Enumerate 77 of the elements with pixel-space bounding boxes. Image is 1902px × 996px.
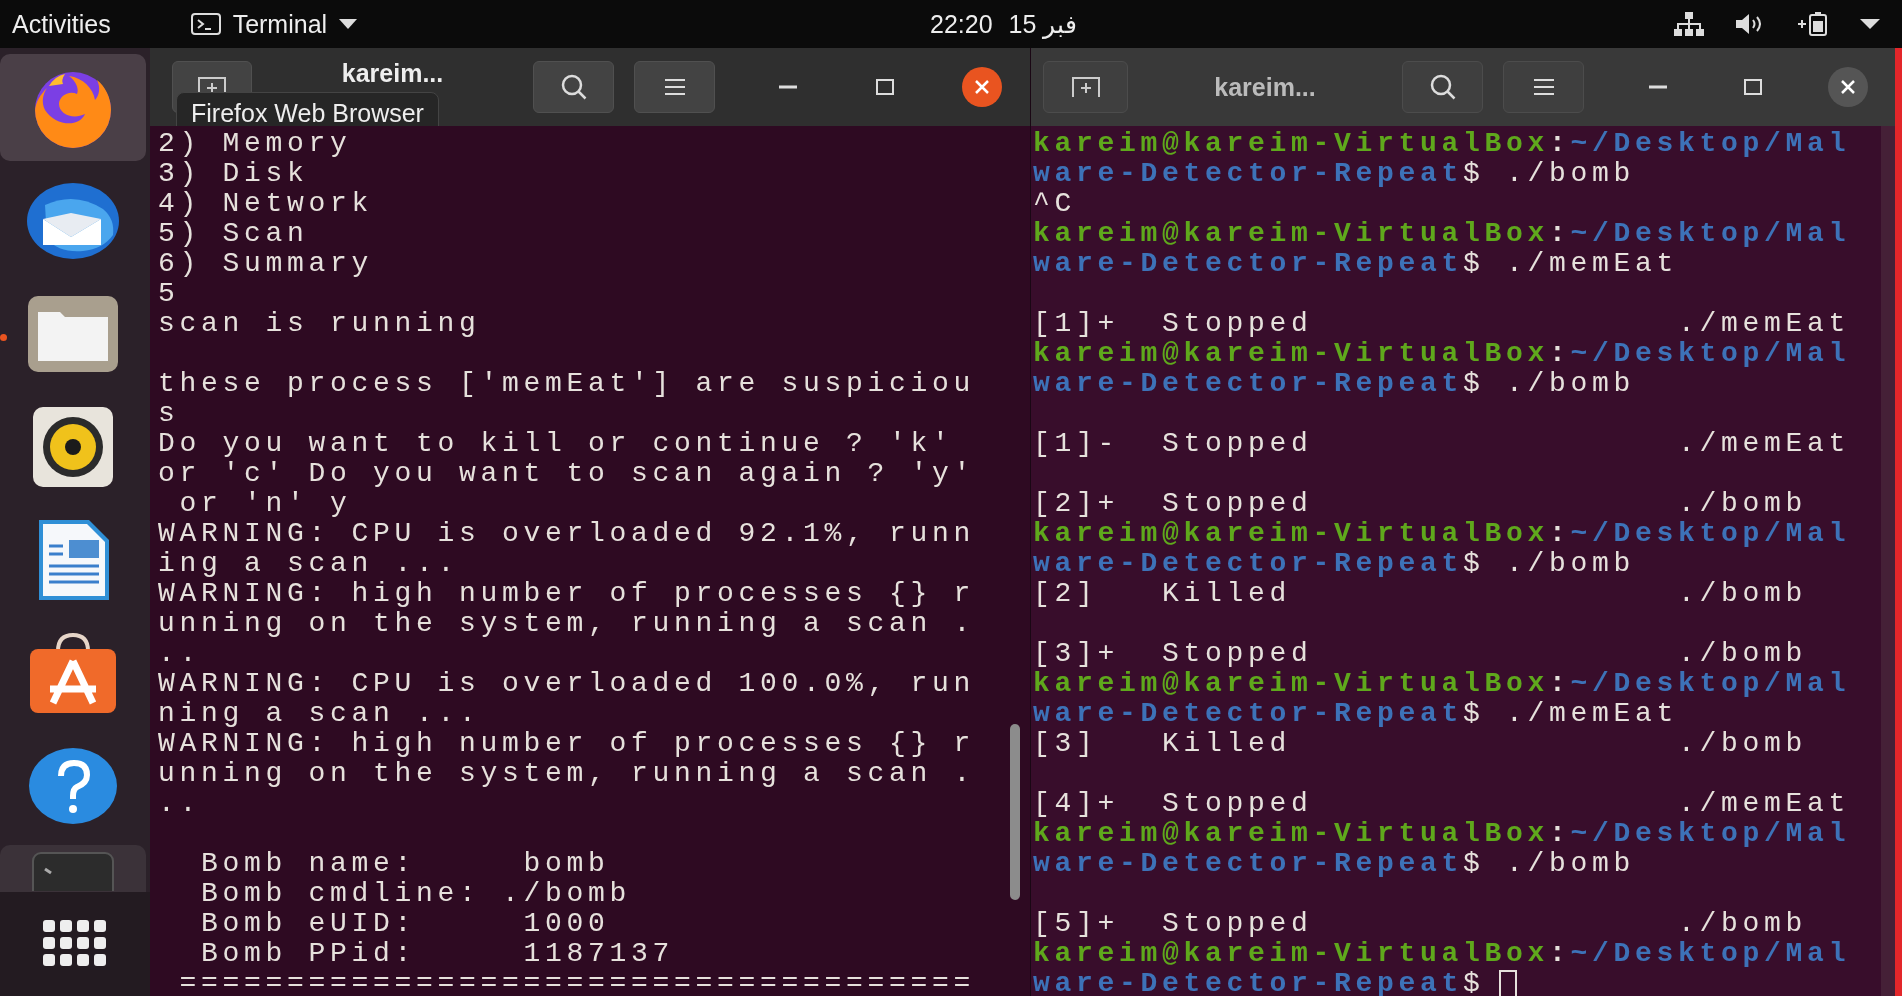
- maximize-icon: [1743, 79, 1762, 95]
- new-tab-button[interactable]: [1043, 61, 1128, 113]
- output-line: Bomb name: bomb: [200, 849, 611, 879]
- search-button[interactable]: [533, 61, 614, 113]
- maximize-icon: [875, 79, 894, 95]
- job-status-line: [2]+ Stopped ./bomb: [1033, 489, 1809, 519]
- search-icon: [559, 73, 588, 101]
- output-line: unning on the system, running a scan .: [158, 609, 977, 639]
- prompt-line: kareim@kareim-VirtualBox:~/Desktop/Malware-Detector-Repeat$ ./bomb: [1033, 338, 1851, 399]
- network-icon[interactable]: [1674, 12, 1704, 36]
- search-icon: [1428, 73, 1457, 101]
- terminal-app-icon: [31, 851, 115, 891]
- search-button[interactable]: [1402, 61, 1483, 113]
- output-line: ning a scan ...: [158, 699, 482, 729]
- caret-icon: [339, 19, 358, 29]
- output-line: 4) Network: [158, 189, 375, 219]
- close-icon: [973, 79, 990, 95]
- job-status-line: [1]- Stopped ./memEat: [1033, 429, 1852, 459]
- job-status-line: [2] Killed ./bomb: [1033, 579, 1809, 609]
- terminal-icon: [190, 13, 221, 35]
- output-line: Do you want to kill or continue ? 'k': [158, 429, 955, 459]
- output-line: WARNING: high number of processes {} r: [158, 729, 977, 759]
- output-line: WARNING: high number of processes {} r: [158, 579, 977, 609]
- output-line: 5) Scan: [158, 219, 310, 249]
- output-line: or 'c' Do you want to scan again ? 'y': [158, 459, 977, 489]
- output-line: these process ['memEat'] are suspiciou: [158, 369, 977, 399]
- window-title: kareim...: [1213, 72, 1317, 102]
- job-status-line: [5]+ Stopped ./bomb: [1033, 909, 1809, 939]
- menu-button[interactable]: [634, 61, 715, 113]
- menu-icon: [1531, 78, 1556, 96]
- output-line: Bomb cmdline: ./bomb: [200, 879, 633, 909]
- output-line: ^C: [1033, 189, 1077, 219]
- prompt-line: kareim@kareim-VirtualBox:~/Desktop/Malware-Detector-Repeat$ ./bomb: [1033, 518, 1851, 579]
- speaker-icon: [31, 404, 115, 489]
- prompt-line: kareim@kareim-VirtualBox:~/Desktop/Malware-Detector-Repeat$ ./memEat: [1033, 218, 1851, 279]
- job-status-line: [3] Killed ./bomb: [1033, 729, 1809, 759]
- scrollbar-track[interactable]: [1881, 126, 1895, 996]
- menu-icon: [662, 78, 687, 96]
- menu-button[interactable]: [1503, 61, 1584, 113]
- output-line: ing a scan ...: [158, 549, 461, 579]
- help-icon: [28, 745, 118, 826]
- output-line: WARNING: CPU is overloaded 100.0%, run: [158, 669, 977, 699]
- output-line: scan is running: [158, 309, 482, 339]
- output-line: Bomb PPid: 1187137: [200, 939, 676, 969]
- shopping-bag-icon: [28, 630, 118, 715]
- output-line: Bomb eUID: 1000: [200, 909, 611, 939]
- close-icon: [1839, 79, 1856, 95]
- prompt-line: kareim@kareim-VirtualBox:~/Desktop/Malware-Detector-Repeat$ ./bomb: [1033, 128, 1851, 189]
- job-status-line: [4]+ Stopped ./memEat: [1033, 789, 1852, 819]
- output-line: ..: [158, 639, 202, 669]
- job-status-line: [1]+ Stopped ./memEat: [1033, 309, 1852, 339]
- prompt-line: kareim@kareim-VirtualBox:~/Desktop/Malware-Detector-Repeat$: [1033, 938, 1851, 996]
- folder-icon: [28, 295, 118, 372]
- output-line: =====================================: [178, 969, 977, 996]
- activities-button[interactable]: Activities: [12, 9, 111, 39]
- job-status-line: [3]+ Stopped ./bomb: [1033, 639, 1809, 669]
- output-line: 5: [158, 279, 181, 309]
- window-title: kareim...: [340, 58, 445, 88]
- app-grid-icon[interactable]: [43, 920, 107, 968]
- app-menu[interactable]: Terminal: [190, 9, 358, 39]
- battery-icon[interactable]: [1796, 11, 1830, 37]
- minimize-icon: [778, 85, 797, 89]
- caret-icon[interactable]: [1860, 19, 1880, 29]
- minimize-icon: [1648, 85, 1667, 89]
- output-line: unning on the system, running a scan .: [158, 759, 977, 789]
- output-line: ..: [158, 789, 202, 819]
- output-line: s: [158, 399, 181, 429]
- output-line: or 'n' y: [178, 489, 353, 519]
- output-line: WARNING: CPU is overloaded 92.1%, runn: [158, 519, 977, 549]
- clock-time: 22:20: [930, 9, 993, 39]
- clock-date: 15 فبر: [1008, 9, 1078, 39]
- prompt-line: kareim@kareim-VirtualBox:~/Desktop/Malware-Detector-Repeat$ ./bomb: [1033, 818, 1851, 879]
- output-line: 3) Disk: [158, 159, 310, 189]
- prompt-line: kareim@kareim-VirtualBox:~/Desktop/Malware-Detector-Repeat$ ./memEat: [1033, 668, 1851, 729]
- output-line: 6) Summary: [158, 249, 375, 279]
- new-tab-icon: [1070, 76, 1101, 98]
- scrollbar-thumb[interactable]: [1010, 724, 1020, 900]
